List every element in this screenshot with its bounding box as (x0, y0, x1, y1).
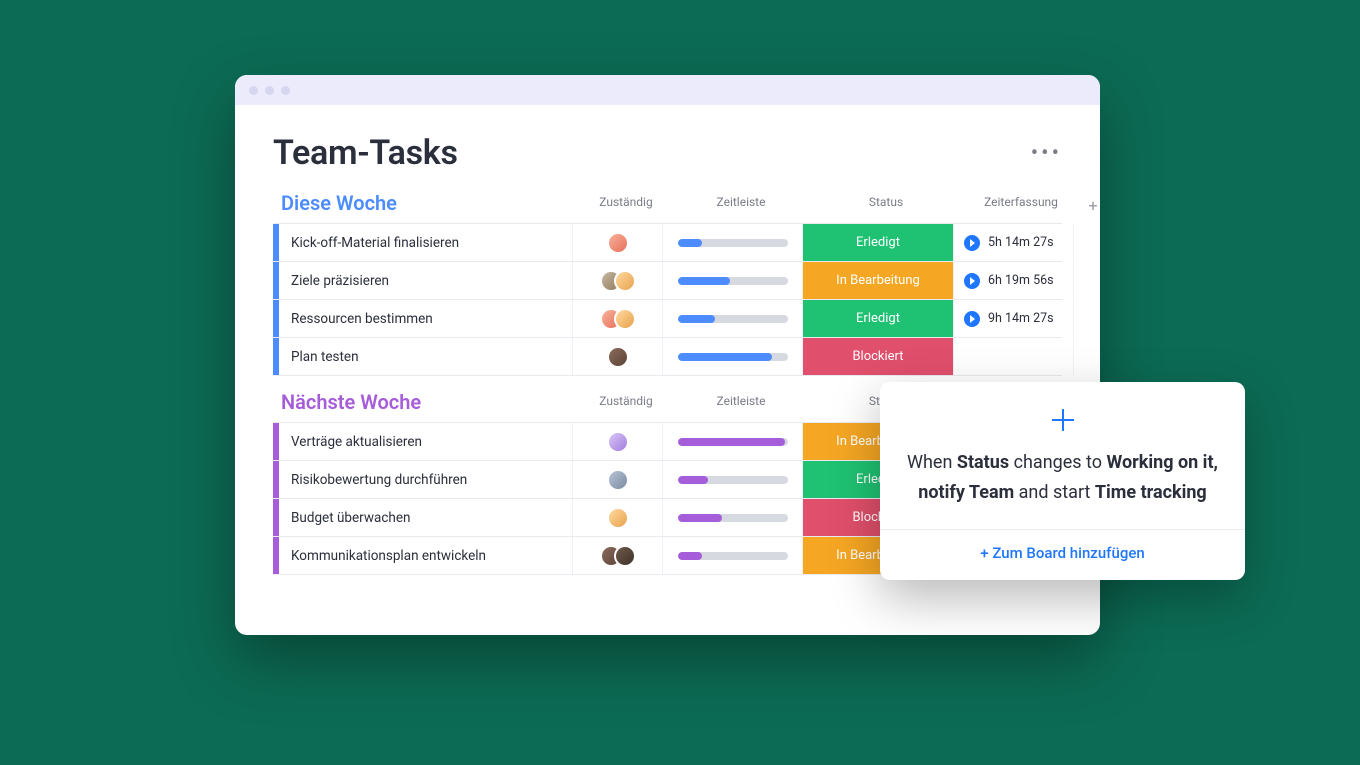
column-header-owner[interactable]: Zuständig (581, 394, 671, 414)
task-name[interactable]: Kommunikationsplan entwickeln (281, 537, 573, 574)
traffic-dot[interactable] (281, 86, 290, 95)
time-tracking-cell[interactable] (953, 338, 1073, 375)
timeline-cell[interactable] (663, 338, 803, 375)
owners-cell[interactable] (573, 262, 663, 299)
traffic-dot[interactable] (265, 86, 274, 95)
extra-cell (1073, 300, 1097, 337)
owners-cell[interactable] (573, 300, 663, 337)
column-header-owner[interactable]: Zuständig (581, 195, 671, 215)
task-name[interactable]: Plan testen (281, 338, 573, 375)
task-name[interactable]: Ressourcen bestimmen (281, 300, 573, 337)
divider (880, 529, 1245, 530)
timeline-cell[interactable] (663, 224, 803, 261)
avatar[interactable] (607, 346, 629, 368)
row-accent (273, 224, 279, 261)
status-cell[interactable]: Erledigt (803, 224, 953, 261)
time-value: 6h 19m 56s (988, 273, 1054, 288)
task-name[interactable]: Risikobewertung durchführen (281, 461, 573, 498)
column-header-timeline[interactable]: Zeitleiste (671, 195, 811, 215)
timeline-cell[interactable] (663, 423, 803, 460)
avatar[interactable] (614, 308, 636, 330)
row-accent (273, 423, 279, 460)
time-tracking-cell[interactable]: 5h 14m 27s (953, 224, 1073, 261)
avatar[interactable] (614, 270, 636, 292)
time-value: 9h 14m 27s (988, 311, 1054, 326)
play-icon[interactable] (964, 311, 980, 327)
task-row[interactable]: Plan testen Blockiert (273, 338, 1062, 376)
task-name[interactable]: Ziele präzisieren (281, 262, 573, 299)
avatar[interactable] (607, 469, 629, 491)
row-accent (273, 262, 279, 299)
timeline-cell[interactable] (663, 262, 803, 299)
timeline-cell[interactable] (663, 300, 803, 337)
task-row[interactable]: Ziele präzisieren In Bearbeitung 6h 19m … (273, 262, 1062, 300)
traffic-dot[interactable] (249, 86, 258, 95)
row-accent (273, 338, 279, 375)
column-header-status[interactable]: Status (811, 195, 961, 215)
window-traffic-lights (249, 86, 290, 95)
task-row[interactable]: Ressourcen bestimmen Erledigt 9h 14m 27s (273, 300, 1062, 338)
status-cell[interactable]: Blockiert (803, 338, 953, 375)
automation-description: When Status changes to Working on it, no… (906, 448, 1219, 507)
status-cell[interactable]: In Bearbeitung (803, 262, 953, 299)
more-menu-button[interactable]: ••• (1031, 141, 1062, 166)
plus-icon (906, 406, 1219, 434)
avatar[interactable] (607, 431, 629, 453)
extra-cell (1073, 224, 1097, 261)
time-tracking-cell[interactable]: 6h 19m 56s (953, 262, 1073, 299)
add-to-board-button[interactable]: + Zum Board hinzufügen (906, 544, 1219, 562)
task-name[interactable]: Budget überwachen (281, 499, 573, 536)
play-icon[interactable] (964, 235, 980, 251)
column-header-time-tracking[interactable]: Zeiterfassung (961, 195, 1081, 215)
avatar[interactable] (607, 507, 629, 529)
task-name[interactable]: Verträge aktualisieren (281, 423, 573, 460)
owners-cell[interactable] (573, 537, 663, 574)
task-name[interactable]: Kick-off-Material finalisieren (281, 224, 573, 261)
avatar[interactable] (614, 545, 636, 567)
task-row[interactable]: Kick-off-Material finalisieren Erledigt … (273, 224, 1062, 262)
extra-cell (1073, 262, 1097, 299)
row-accent (273, 461, 279, 498)
extra-cell (1073, 338, 1097, 375)
timeline-cell[interactable] (663, 499, 803, 536)
owners-cell[interactable] (573, 461, 663, 498)
group-title[interactable]: Nächste Woche (281, 390, 581, 418)
timeline-cell[interactable] (663, 537, 803, 574)
owners-cell[interactable] (573, 423, 663, 460)
time-value: 5h 14m 27s (988, 235, 1054, 250)
timeline-cell[interactable] (663, 461, 803, 498)
row-accent (273, 499, 279, 536)
play-icon[interactable] (964, 273, 980, 289)
window-titlebar (235, 75, 1100, 105)
column-header-timeline[interactable]: Zeitleiste (671, 394, 811, 414)
board-title: Team-Tasks (273, 133, 458, 173)
avatar[interactable] (607, 232, 629, 254)
owners-cell[interactable] (573, 338, 663, 375)
group-title[interactable]: Diese Woche (281, 191, 581, 219)
add-column-button[interactable]: + (1081, 196, 1100, 215)
row-accent (273, 537, 279, 574)
task-group: Diese Woche Zuständig Zeitleiste Status … (273, 191, 1062, 376)
time-tracking-cell[interactable]: 9h 14m 27s (953, 300, 1073, 337)
row-accent (273, 300, 279, 337)
automation-popup: When Status changes to Working on it, no… (880, 382, 1245, 580)
status-cell[interactable]: Erledigt (803, 300, 953, 337)
owners-cell[interactable] (573, 499, 663, 536)
owners-cell[interactable] (573, 224, 663, 261)
